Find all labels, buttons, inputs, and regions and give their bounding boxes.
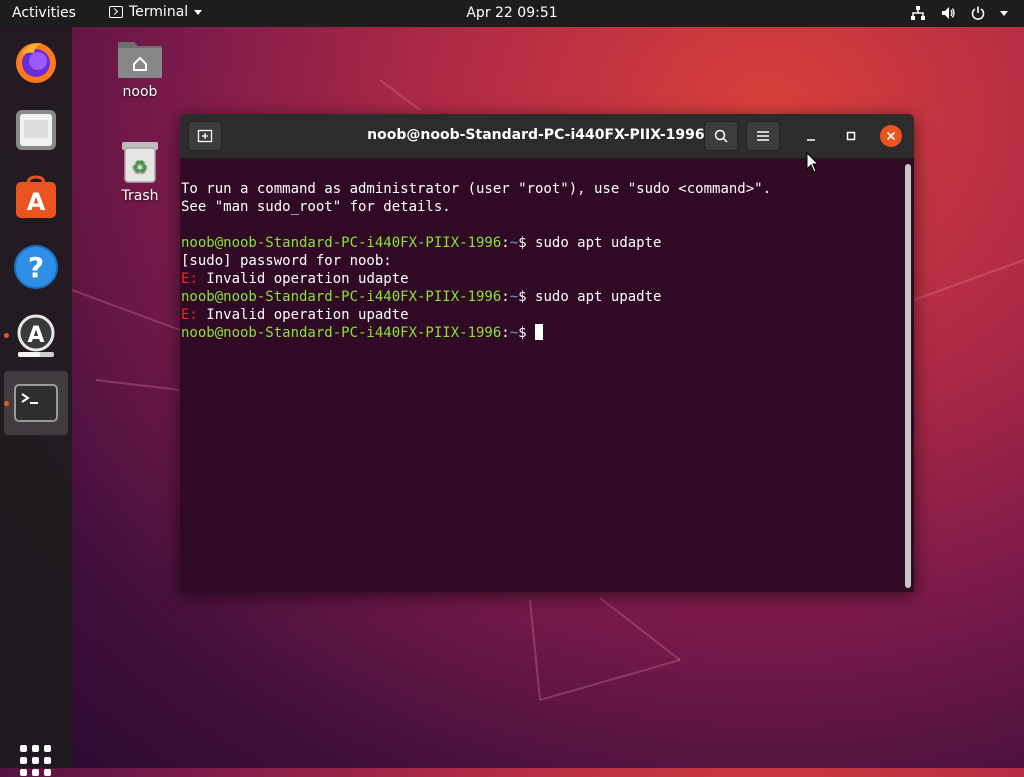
search-icon (714, 129, 728, 143)
terminal-line: noob@noob-Standard-PC-i440FX-PIIX-1996:~… (181, 324, 902, 342)
software-updater-icon: A (17, 314, 55, 357)
error-prefix: E: (181, 271, 207, 287)
minimize-icon (807, 139, 815, 141)
home-folder-label: noob (122, 84, 158, 100)
desktop-trash[interactable]: ♻ Trash (100, 140, 180, 204)
terminal-line: To run a command as administrator (user … (181, 181, 772, 197)
mouse-pointer-icon (806, 152, 820, 173)
terminal-line: See "man sudo_root" for details. (181, 199, 451, 215)
network-icon (911, 6, 925, 20)
prompt-path: ~ (509, 235, 519, 251)
terminal-window[interactable]: noob@noob-Standard-PC-i440FX-PIIX-1996: … (180, 114, 914, 592)
terminal-line: noob@noob-Standard-PC-i440FX-PIIX-1996:~… (181, 235, 662, 251)
svg-text:?: ? (28, 251, 44, 284)
terminal-icon (14, 384, 58, 422)
running-indicator (4, 333, 9, 338)
prompt-path: ~ (509, 289, 519, 305)
files-icon (16, 110, 56, 150)
system-tray[interactable] (910, 5, 1008, 21)
window-titlebar[interactable]: noob@noob-Standard-PC-i440FX-PIIX-1996: … (180, 114, 914, 159)
search-button[interactable] (704, 121, 738, 151)
error-prefix: E: (181, 307, 207, 323)
prompt-user: noob@noob-Standard-PC-i440FX-PIIX-1996 (181, 325, 502, 341)
svg-text:♻: ♻ (132, 157, 148, 178)
terminal-line: noob@noob-Standard-PC-i440FX-PIIX-1996:~… (181, 289, 662, 305)
ubuntu-software-icon: A (16, 175, 56, 218)
terminal-output[interactable]: To run a command as administrator (user … (180, 159, 902, 592)
top-bar: Activities Terminal Apr 22 09:51 (0, 0, 1024, 27)
help-icon: ? (14, 245, 58, 289)
terminal-line: E: Invalid operation upadte (181, 307, 409, 323)
terminal-scrollbar[interactable] (905, 164, 911, 588)
show-applications-button[interactable] (20, 745, 52, 777)
dock-item-ubuntu-software[interactable]: A (12, 174, 60, 222)
volume-icon (942, 7, 955, 19)
dock-item-files[interactable] (12, 106, 60, 154)
dock-item-terminal[interactable] (12, 379, 60, 427)
minimize-button[interactable] (800, 125, 822, 147)
terminal-line: E: Invalid operation udapte (181, 271, 409, 287)
desktop-home-folder[interactable]: noob (100, 36, 180, 100)
terminal-line: [sudo] password for noob: (181, 253, 392, 269)
dock-item-firefox[interactable] (12, 37, 60, 85)
text-cursor (535, 324, 544, 340)
dock: A ? A (0, 27, 72, 776)
menu-button[interactable] (746, 121, 780, 151)
command-text: sudo apt upadte (535, 289, 662, 305)
power-icon (971, 6, 985, 20)
home-folder-icon (118, 42, 162, 78)
trash-label: Trash (121, 188, 159, 204)
running-indicator (4, 401, 9, 406)
prompt-path: ~ (509, 325, 519, 341)
dock-item-help[interactable]: ? (12, 243, 60, 291)
maximize-button[interactable] (840, 125, 862, 147)
close-button[interactable] (880, 125, 902, 147)
prompt-user: noob@noob-Standard-PC-i440FX-PIIX-1996 (181, 289, 502, 305)
svg-text:A: A (27, 188, 46, 216)
clock[interactable]: Apr 22 09:51 (0, 5, 1024, 21)
trash-icon: ♻ (122, 142, 158, 183)
svg-text:A: A (27, 323, 44, 348)
prompt-user: noob@noob-Standard-PC-i440FX-PIIX-1996 (181, 235, 502, 251)
system-menu-chevron-icon (1000, 10, 1008, 16)
firefox-icon (16, 43, 56, 83)
maximize-icon (846, 131, 856, 141)
dock-item-software-updater[interactable]: A (12, 311, 60, 359)
close-icon (886, 131, 896, 141)
command-text: sudo apt udapte (535, 235, 662, 251)
hamburger-menu-icon (757, 131, 769, 141)
